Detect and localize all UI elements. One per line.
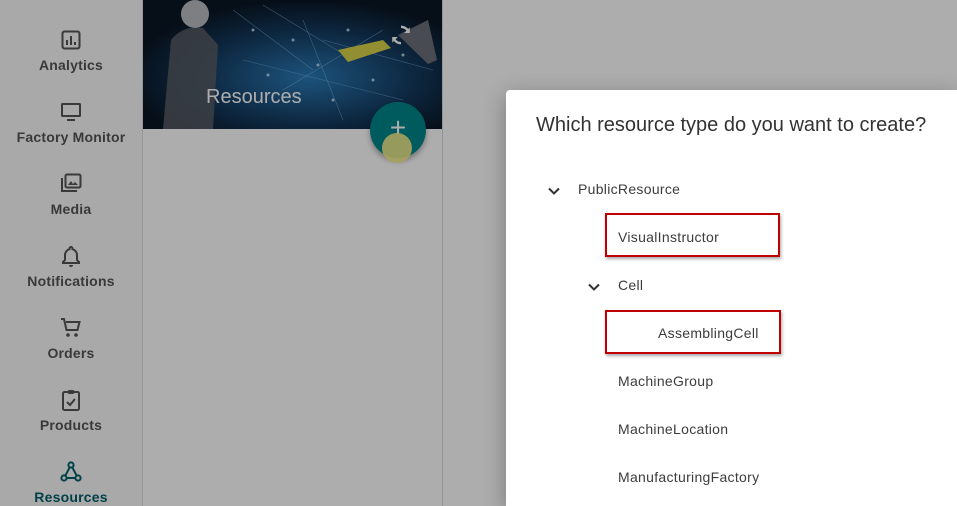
tree-node-visualinstructor[interactable]: VisualInstructor: [618, 229, 719, 245]
tree-node-machinegroup[interactable]: MachineGroup: [618, 373, 713, 389]
tree-node-manufacturingfactory[interactable]: ManufacturingFactory: [618, 469, 759, 485]
tree-node-machinelocation[interactable]: MachineLocation: [618, 421, 728, 437]
tree-node-publicresource[interactable]: PublicResource: [578, 181, 680, 197]
dialog-title: Which resource type do you want to creat…: [536, 114, 927, 136]
tree-node-cell[interactable]: Cell: [618, 277, 643, 293]
tree-node-assemblingcell[interactable]: AssemblingCell: [658, 325, 759, 341]
chevron-down-icon[interactable]: [587, 280, 601, 294]
resource-type-dialog: Which resource type do you want to creat…: [506, 90, 957, 506]
chevron-down-icon[interactable]: [547, 184, 561, 198]
